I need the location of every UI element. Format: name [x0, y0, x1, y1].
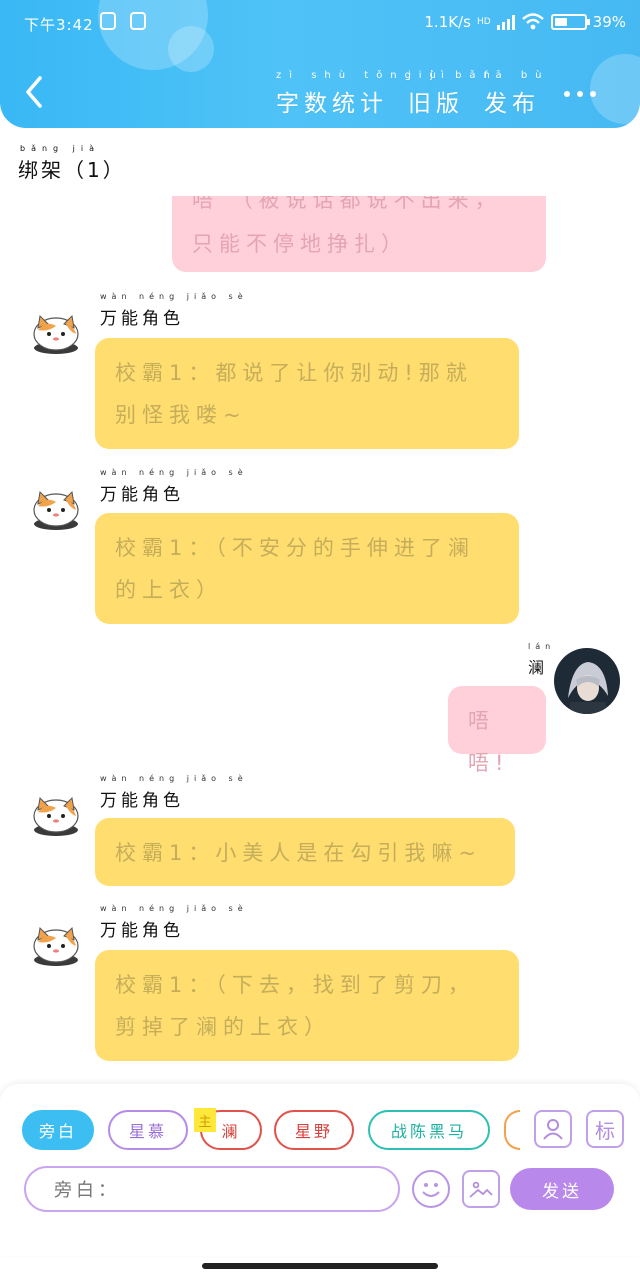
chip-label: 旁白	[38, 1122, 77, 1141]
pinyin: wàn néng jiǎo sè	[100, 292, 248, 301]
speaker-name: wàn néng jiǎo sè 万能角色	[100, 468, 243, 505]
signal-icon	[496, 14, 515, 30]
home-indicator[interactable]	[202, 1263, 438, 1269]
decor-circle	[590, 54, 640, 124]
cat-avatar[interactable]	[28, 916, 84, 972]
word-count-label: 字数统计	[276, 91, 388, 117]
input-role-label: 旁白：	[54, 1180, 120, 1201]
message-bubble[interactable]: 校霸1：都说了让你别动!那就别怪我喽~	[95, 338, 519, 449]
notification-icon	[100, 12, 116, 30]
speaker-name: wàn néng jiǎo sè 万能角色	[100, 292, 243, 329]
role-chip-zhanchenheima[interactable]: 战陈黑马	[368, 1110, 490, 1150]
role-chip-xingmu[interactable]: 星慕	[108, 1110, 188, 1150]
speaker-name-text: 万能角色	[100, 791, 184, 811]
speaker-name-text: 澜	[528, 658, 549, 677]
status-bar: 下午3:42 1.1K/s HD 39%	[0, 0, 640, 46]
old-version-label: 旧版	[408, 91, 464, 117]
back-button[interactable]	[20, 72, 48, 112]
pinyin: wàn néng jiǎo sè	[100, 904, 248, 913]
publish-link[interactable]: fā bù 发布	[484, 70, 542, 118]
speaker-name: wàn néng jiǎo sè 万能角色	[100, 774, 243, 811]
speaker-name-text: 万能角色	[100, 485, 184, 505]
chip-label: 星野	[294, 1122, 333, 1141]
app-header: 下午3:42 1.1K/s HD 39% zì shù tǒng jì 字数统计…	[0, 0, 640, 128]
chip-label: 澜	[221, 1122, 241, 1141]
network-speed: 1.1K/s	[424, 13, 471, 31]
hd-badge: HD	[476, 17, 491, 27]
chat-area[interactable]: 唔 （被说话都说不出来，只能不停地挣扎） wàn néng jiǎo sè 万能…	[0, 196, 640, 1084]
pinyin: lán	[528, 642, 556, 651]
chapter-title-text: 绑架（1）	[18, 158, 126, 182]
lan-avatar[interactable]	[554, 648, 620, 714]
pinyin: wàn néng jiǎo sè	[100, 468, 248, 477]
character-select-button[interactable]	[534, 1110, 572, 1148]
main-role-badge: 主	[194, 1108, 216, 1132]
composer-panel: 旁白 星慕 主 澜 星野 战陈黑马 标 旁白： 发送	[0, 1084, 640, 1256]
person-icon	[543, 1119, 563, 1140]
speaker-name: wàn néng jiǎo sè 万能角色	[100, 904, 243, 941]
status-time: 下午3:42	[24, 16, 94, 34]
send-button-label: 发送	[542, 1181, 582, 1202]
image-icon	[469, 1181, 493, 1198]
chip-label: 星慕	[128, 1122, 167, 1141]
message-bubble[interactable]: 校霸1：小美人是在勾引我嘛~	[95, 818, 515, 886]
tag-button-label: 标	[595, 1118, 615, 1143]
message-input[interactable]: 旁白：	[24, 1166, 400, 1212]
notification-icon	[130, 12, 146, 30]
role-chip-lan[interactable]: 主 澜	[194, 1108, 262, 1150]
old-version-link[interactable]: jiù bǎn 旧版	[408, 70, 490, 118]
cat-avatar[interactable]	[28, 480, 84, 536]
role-chip-narrator[interactable]: 旁白	[22, 1110, 94, 1150]
message-bubble[interactable]: 校霸1：（不安分的手伸进了澜的上衣）	[95, 513, 519, 624]
role-chip-overflow[interactable]	[504, 1110, 520, 1150]
cat-avatar[interactable]	[28, 304, 84, 360]
pinyin: bǎng jià	[20, 144, 101, 153]
more-menu-button[interactable]	[564, 91, 596, 97]
smiley-icon	[422, 1183, 440, 1197]
chevron-left-icon	[26, 76, 42, 108]
speaker-name-text: 万能角色	[100, 309, 184, 329]
tag-button[interactable]: 标	[586, 1110, 624, 1148]
status-indicators: 1.1K/s HD 39%	[424, 10, 626, 34]
speaker-name-text: 万能角色	[100, 921, 184, 941]
word-count-link[interactable]: zì shù tǒng jì 字数统计	[276, 70, 444, 118]
emoji-button[interactable]	[412, 1170, 450, 1208]
message-bubble: 唔 （被说话都说不出来，只能不停地挣扎）	[172, 196, 546, 272]
image-button[interactable]	[462, 1170, 500, 1208]
battery-icon	[550, 14, 590, 30]
pinyin: wàn néng jiǎo sè	[100, 774, 248, 783]
message-bubble[interactable]: 唔唔!	[448, 686, 546, 775]
wifi-icon	[521, 13, 544, 30]
pinyin: fā bù	[484, 70, 550, 81]
chip-label: 战陈黑马	[390, 1122, 467, 1141]
cat-avatar[interactable]	[28, 786, 84, 842]
speaker-name: lán 澜	[528, 642, 550, 678]
message-bubble[interactable]: 校霸1：（下去，找到了剪刀，剪掉了澜的上衣）	[95, 950, 519, 1061]
chapter-title: bǎng jià 绑架（1）	[18, 144, 126, 183]
send-button[interactable]: 发送	[510, 1168, 614, 1210]
role-chip-xingye[interactable]: 星野	[274, 1110, 354, 1150]
battery-level: 39%	[592, 13, 626, 31]
publish-label: 发布	[484, 91, 540, 117]
